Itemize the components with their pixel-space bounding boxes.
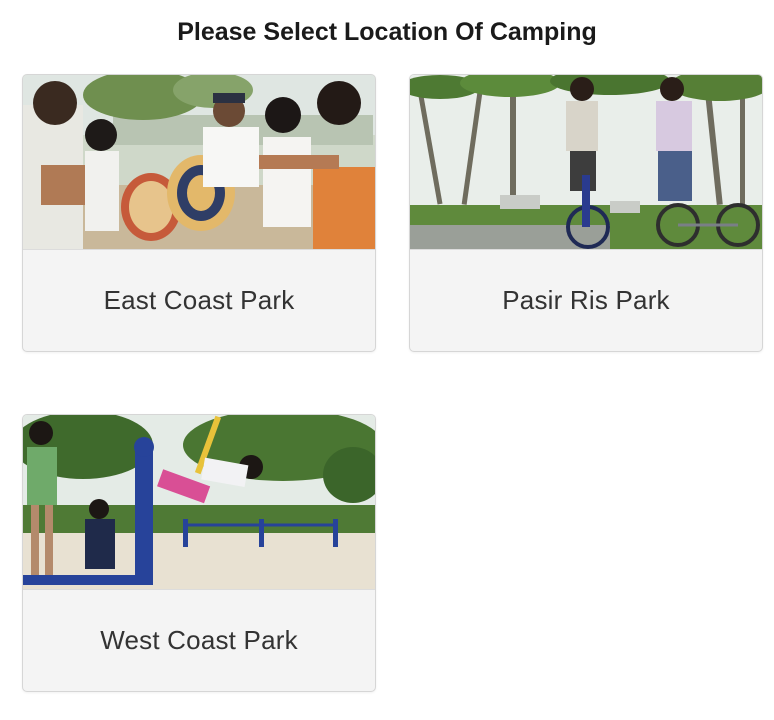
location-label: East Coast Park bbox=[103, 285, 295, 315]
location-card-east-coast-park[interactable]: East Coast Park bbox=[22, 74, 376, 352]
page-title: Please Select Location Of Camping bbox=[177, 18, 597, 46]
location-card-pasir-ris-park[interactable]: Pasir Ris Park bbox=[409, 74, 763, 352]
pasir-ris-park-photo bbox=[410, 75, 762, 250]
west-coast-park-photo bbox=[23, 415, 375, 590]
east-coast-park-photo bbox=[23, 75, 375, 250]
location-label: Pasir Ris Park bbox=[502, 285, 670, 315]
location-card-west-coast-park[interactable]: West Coast Park bbox=[22, 414, 376, 692]
location-label: West Coast Park bbox=[100, 625, 298, 655]
